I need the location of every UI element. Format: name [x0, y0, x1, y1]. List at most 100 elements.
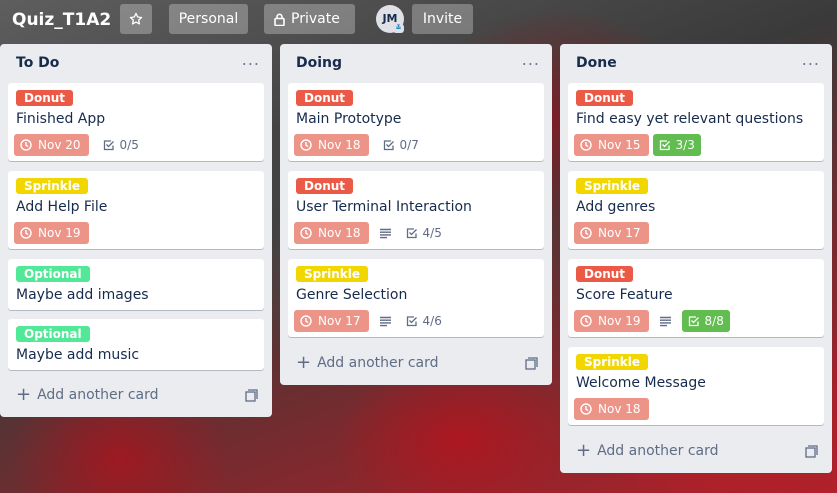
card-template-icon[interactable]	[245, 389, 258, 402]
due-date-badge[interactable]: Nov 15	[574, 134, 649, 156]
card-title: Genre Selection	[296, 287, 408, 303]
list-menu-icon[interactable]: ...	[522, 50, 540, 69]
label-optional[interactable]: Optional	[16, 266, 90, 282]
list-menu-icon[interactable]: ...	[802, 50, 820, 69]
checklist-badge: 0/7	[379, 134, 423, 156]
add-card-label: Add another card	[37, 387, 159, 403]
card-title: Maybe add images	[16, 287, 149, 303]
checklist-badge: 4/6	[402, 310, 446, 332]
add-card-label: Add another card	[597, 443, 719, 459]
checklist-icon	[688, 316, 699, 327]
label-donut[interactable]: Donut	[576, 266, 634, 282]
list-title[interactable]: Doing	[296, 55, 342, 71]
checklist-badge-complete: 3/3	[652, 134, 701, 156]
privacy-button[interactable]: Private	[264, 4, 355, 34]
due-date-badge[interactable]: Nov 19	[574, 310, 649, 332]
card-badges: Nov 18 0/7	[294, 134, 423, 156]
card-template-icon[interactable]	[805, 445, 818, 458]
card-user-terminal-interaction[interactable]: Donut User Terminal Interaction Nov 18 4…	[288, 171, 544, 249]
checklist-icon	[406, 228, 417, 239]
card-maybe-add-images[interactable]: Optional Maybe add images	[8, 259, 264, 310]
list-header: To Do ...	[0, 44, 272, 82]
checklist-icon	[406, 316, 417, 327]
due-date-badge[interactable]: Nov 18	[294, 222, 369, 244]
due-date-badge[interactable]: Nov 17	[574, 222, 649, 244]
due-date-badge[interactable]: Nov 18	[294, 134, 369, 156]
card-find-easy-questions[interactable]: Donut Find easy yet relevant questions N…	[568, 83, 824, 161]
checklist-icon	[659, 140, 670, 151]
list-menu-icon[interactable]: ...	[242, 50, 260, 69]
card-title: Add Help File	[16, 199, 108, 215]
label-optional[interactable]: Optional	[16, 326, 90, 342]
card-score-feature[interactable]: Donut Score Feature Nov 19 8/8	[568, 259, 824, 337]
card-add-genres[interactable]: Sprinkle Add genres Nov 17	[568, 171, 824, 249]
label-donut[interactable]: Donut	[296, 90, 354, 106]
due-date-badge[interactable]: Nov 17	[294, 310, 369, 332]
list-to-do: To Do ... Donut Finished App Nov 20 0/5 …	[0, 44, 272, 417]
due-date-badge[interactable]: Nov 18	[574, 398, 649, 420]
add-card-button[interactable]: + Add another card	[568, 437, 808, 465]
due-date-badge[interactable]: Nov 19	[14, 222, 89, 244]
card-badges: Nov 17 4/6	[294, 310, 446, 332]
checklist-count: 0/7	[399, 138, 419, 152]
checklist-badge-complete: 8/8	[681, 310, 730, 332]
add-card-button[interactable]: + Add another card	[288, 349, 528, 377]
clock-icon	[300, 227, 312, 239]
list-title[interactable]: Done	[576, 55, 617, 71]
clock-icon	[580, 315, 592, 327]
label-donut[interactable]: Donut	[296, 178, 354, 194]
clock-icon	[20, 139, 32, 151]
add-card-button[interactable]: + Add another card	[8, 381, 248, 409]
due-date-text: Nov 20	[38, 138, 81, 152]
label-sprinkle[interactable]: Sprinkle	[16, 178, 89, 194]
label-donut[interactable]: Donut	[576, 90, 634, 106]
description-icon	[379, 228, 392, 239]
card-badges: Nov 18	[574, 398, 649, 420]
star-board-button[interactable]	[120, 4, 152, 34]
card-genre-selection[interactable]: Sprinkle Genre Selection Nov 17 4/6	[288, 259, 544, 337]
card-welcome-message[interactable]: Sprinkle Welcome Message Nov 18	[568, 347, 824, 425]
label-sprinkle[interactable]: Sprinkle	[296, 266, 369, 282]
due-date-text: Nov 18	[598, 402, 641, 416]
label-sprinkle[interactable]: Sprinkle	[576, 178, 649, 194]
lock-icon	[274, 13, 285, 26]
add-card-label: Add another card	[317, 355, 439, 371]
clock-icon	[300, 139, 312, 151]
card-add-help-file[interactable]: Sprinkle Add Help File Nov 19	[8, 171, 264, 249]
label-donut[interactable]: Donut	[16, 90, 74, 106]
label-sprinkle[interactable]: Sprinkle	[576, 354, 649, 370]
due-date-text: Nov 15	[598, 138, 641, 152]
clock-icon	[580, 227, 592, 239]
card-badges: Nov 15 3/3	[574, 134, 701, 156]
clock-icon	[580, 403, 592, 415]
card-badges: Nov 17	[574, 222, 649, 244]
checklist-count: 4/5	[422, 226, 442, 240]
due-date-text: Nov 17	[318, 314, 361, 328]
admin-chevron-icon: ≚	[393, 24, 404, 33]
team-visibility-button[interactable]: Personal	[169, 4, 248, 34]
checklist-badge: 0/5	[99, 134, 143, 156]
clock-icon	[580, 139, 592, 151]
card-maybe-add-music[interactable]: Optional Maybe add music	[8, 319, 264, 370]
card-template-icon[interactable]	[525, 357, 538, 370]
list-done: Done ... Donut Find easy yet relevant qu…	[560, 44, 832, 473]
due-date-badge[interactable]: Nov 20	[14, 134, 89, 156]
board-title[interactable]: Quiz_T1A2	[12, 8, 111, 32]
list-doing: Doing ... Donut Main Prototype Nov 18 0/…	[280, 44, 552, 385]
card-badges: Nov 20 0/5	[14, 134, 143, 156]
invite-button[interactable]: Invite	[412, 4, 473, 34]
card-finished-app[interactable]: Donut Finished App Nov 20 0/5	[8, 83, 264, 161]
list-title[interactable]: To Do	[16, 55, 59, 71]
card-title: Score Feature	[576, 287, 673, 303]
clock-icon	[20, 227, 32, 239]
card-title: Maybe add music	[16, 347, 140, 363]
due-date-text: Nov 19	[598, 314, 641, 328]
description-icon	[379, 316, 392, 327]
member-avatar[interactable]: JM ≚	[376, 5, 404, 33]
card-title: Welcome Message	[576, 375, 706, 391]
clock-icon	[300, 315, 312, 327]
card-title: Finished App	[16, 111, 106, 127]
card-badges: Nov 19 8/8	[574, 310, 730, 332]
card-main-prototype[interactable]: Donut Main Prototype Nov 18 0/7	[288, 83, 544, 161]
list-header: Done ...	[560, 44, 832, 82]
